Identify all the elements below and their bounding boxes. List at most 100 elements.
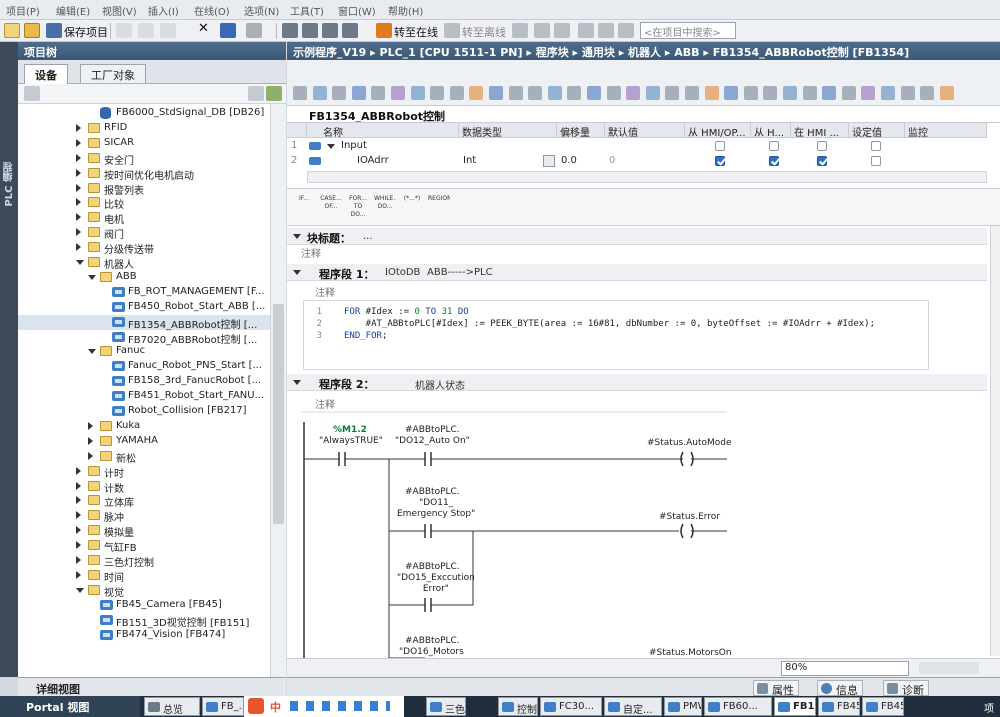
editor-tool-icon[interactable] xyxy=(645,86,660,100)
menu-item[interactable]: 编辑(E) xyxy=(56,3,90,18)
collapse-icon[interactable] xyxy=(293,380,301,385)
tree-item[interactable]: 报警列表 xyxy=(18,181,270,197)
editor-tool-icon[interactable] xyxy=(841,86,856,100)
task-editor-tab[interactable]: FB_... xyxy=(202,697,244,716)
tree-item[interactable]: 比较 xyxy=(18,195,270,211)
default-value[interactable]: 0 xyxy=(609,155,615,166)
collapse-icon[interactable] xyxy=(76,587,84,593)
column-header[interactable]: 设定值 xyxy=(849,123,905,138)
checkbox-hmi2[interactable] xyxy=(769,141,779,151)
editor-tool-icon[interactable] xyxy=(508,86,523,100)
tree-item[interactable]: Robot_Collision [FB217] xyxy=(18,404,270,419)
collapse-icon[interactable] xyxy=(88,349,96,355)
tab-devices[interactable]: 设备 xyxy=(24,64,68,84)
tree-item[interactable]: FB450_Robot_Start_ABB [... xyxy=(18,300,270,315)
tree-view-icon[interactable] xyxy=(248,86,264,101)
tree-item[interactable]: 模拟量 xyxy=(18,523,270,539)
editor-tool-icon[interactable] xyxy=(861,86,876,100)
interface-row[interactable]: 1 Input xyxy=(287,139,987,153)
tree-item[interactable]: FB7020_ABBRobot控制 [... xyxy=(18,330,270,346)
task-editor-tab[interactable]: FB13... xyxy=(774,697,816,716)
expand-icon[interactable] xyxy=(76,526,81,535)
editor-tool-icon[interactable] xyxy=(547,86,562,100)
collapse-icon[interactable] xyxy=(76,260,84,265)
expand-icon[interactable] xyxy=(88,421,93,430)
tree-item[interactable]: Kuka xyxy=(18,419,270,434)
expand-icon[interactable] xyxy=(76,123,81,132)
scrollbar-thumb[interactable] xyxy=(273,304,284,524)
variable-name[interactable]: IOAdrr xyxy=(357,155,389,166)
column-header[interactable]: 数据类型 xyxy=(459,123,557,138)
tree-sync-icon[interactable] xyxy=(266,86,282,101)
editor-tool-icon[interactable] xyxy=(410,86,425,100)
tree-item[interactable]: ABB xyxy=(18,270,270,285)
ime-mode-label[interactable]: 中 xyxy=(270,699,281,715)
tab-plant-objects[interactable]: 工厂对象 xyxy=(80,64,146,83)
code-line[interactable]: END_FOR; xyxy=(344,331,387,341)
tree-item[interactable]: 三色灯控制 xyxy=(18,553,270,569)
editor-tool-icon[interactable] xyxy=(920,86,935,100)
task-editor-tab[interactable]: 三色... xyxy=(426,697,466,716)
network-2-comment[interactable]: 注释 xyxy=(315,396,335,411)
project-tree-scrollbar[interactable] xyxy=(270,104,286,677)
task-editor-tab[interactable]: FB45... xyxy=(818,697,860,716)
delete-icon[interactable]: ✕ xyxy=(198,21,209,36)
window-icon[interactable] xyxy=(618,23,634,38)
expand-icon[interactable] xyxy=(76,138,81,147)
menu-item[interactable]: 窗口(W) xyxy=(338,3,376,18)
go-offline-button[interactable]: 转至离线 xyxy=(462,24,506,40)
expand-icon[interactable] xyxy=(76,511,81,520)
checkbox-hmi3[interactable] xyxy=(817,156,827,166)
column-header[interactable]: 名称 xyxy=(307,123,459,138)
tree-item[interactable]: 脉冲 xyxy=(18,508,270,524)
editor-tool-icon[interactable] xyxy=(489,86,503,100)
editor-tool-icon[interactable] xyxy=(939,86,954,100)
editor-tool-icon[interactable] xyxy=(822,86,837,100)
editor-tool-icon[interactable] xyxy=(802,86,817,100)
editor-tool-icon[interactable] xyxy=(528,86,543,100)
checkbox-hmi1[interactable] xyxy=(715,156,725,166)
tree-item[interactable]: FB_ROT_MANAGEMENT [F... xyxy=(18,285,270,300)
split-vertical-icon[interactable] xyxy=(598,23,614,38)
ime-tools-icon[interactable] xyxy=(290,701,390,711)
block-comment[interactable]: 注释 xyxy=(301,245,321,260)
column-header[interactable]: 在 HMI ... xyxy=(791,123,849,138)
editor-tool-icon[interactable] xyxy=(606,86,621,100)
accessible-devices-icon[interactable] xyxy=(512,23,528,38)
editor-tool-icon[interactable] xyxy=(332,86,347,100)
tree-item[interactable]: 立体库 xyxy=(18,493,270,509)
tree-item[interactable]: 计数 xyxy=(18,479,270,495)
checkbox-hmi2[interactable] xyxy=(769,156,779,166)
tree-item[interactable]: 计时 xyxy=(18,464,270,480)
column-header[interactable]: 从 HMI/OP... xyxy=(685,123,751,138)
expand-icon[interactable] xyxy=(76,213,81,222)
editor-tool-icon[interactable] xyxy=(900,86,915,100)
editor-tool-icon[interactable] xyxy=(587,86,601,100)
start-cpu-icon[interactable] xyxy=(534,23,550,38)
interface-horizontal-scrollbar[interactable] xyxy=(307,171,987,183)
tree-item[interactable]: 气缸FB xyxy=(18,538,270,554)
editor-vertical-scrollbar[interactable] xyxy=(990,226,1000,656)
tree-item[interactable]: 视觉 xyxy=(18,583,270,599)
tree-settings-icon[interactable] xyxy=(24,86,40,101)
undo-icon[interactable] xyxy=(220,23,236,38)
plc-programming-strip[interactable]: PLC 编程 xyxy=(0,42,18,677)
editor-tool-icon[interactable] xyxy=(469,86,484,100)
copy-icon[interactable] xyxy=(138,23,154,38)
portal-view-button[interactable]: Portal 视图 xyxy=(0,696,140,717)
tree-item[interactable]: FB6000_StdSignal_DB [DB26] xyxy=(18,106,270,121)
checkbox-hmi3[interactable] xyxy=(817,141,827,151)
checkbox-setpoint[interactable] xyxy=(871,141,881,151)
task-editor-tab[interactable]: FB45... xyxy=(862,697,904,716)
tree-item[interactable]: Fanuc_Robot_PNS_Start [... xyxy=(18,359,270,374)
tree-item[interactable]: FB451_Robot_Start_FANU... xyxy=(18,389,270,404)
palette-instruction[interactable]: IF... xyxy=(293,195,315,221)
collapse-icon[interactable] xyxy=(293,270,301,275)
column-header[interactable]: 监控 xyxy=(905,123,987,138)
expand-icon[interactable] xyxy=(76,541,81,550)
task-editor-tab[interactable]: FB60... xyxy=(704,697,772,716)
project-search-input[interactable]: <在项目中搜索> xyxy=(640,22,736,39)
expand-icon[interactable] xyxy=(76,496,81,505)
offset[interactable]: 0.0 xyxy=(561,155,577,166)
cut-icon[interactable] xyxy=(116,23,132,38)
